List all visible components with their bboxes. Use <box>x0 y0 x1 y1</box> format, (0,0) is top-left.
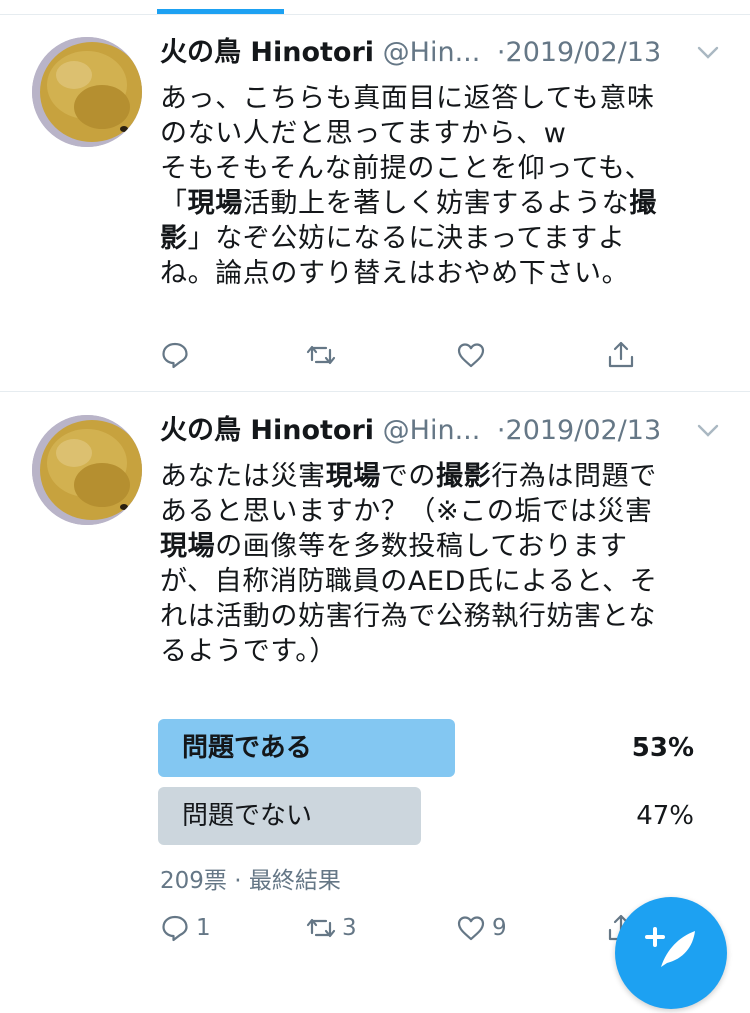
poll-option-percent: 47% <box>636 801 694 831</box>
heart-icon <box>457 916 485 941</box>
tweet[interactable]: 火の鳥 Hinotori @Hin... ·2019/02/13 あなたは災害現… <box>0 393 750 1009</box>
reply-button[interactable]: 1 <box>160 910 211 946</box>
separator-dot: · <box>496 415 506 446</box>
poll-status: 最終結果 <box>248 868 341 894</box>
tweet-text-line: 現場の画像等を多数投稿しております <box>160 529 720 564</box>
highlighted-keyword: 影 <box>160 223 188 254</box>
retweet-button[interactable] <box>306 337 342 373</box>
author-name[interactable]: 火の鳥 Hinotori <box>160 415 374 446</box>
text-run: の画像等を多数投稿しております <box>215 531 628 562</box>
poll-option-label: 問題である <box>182 733 312 763</box>
tweet[interactable]: 火の鳥 Hinotori @Hin... ·2019/02/13 あっ、こちらも… <box>0 15 750 392</box>
share-button[interactable] <box>606 337 636 373</box>
tweet-text-line: が、自称消防職員のAED氏によると、そ <box>160 564 720 599</box>
retweet-count: 3 <box>342 915 357 941</box>
tweet-header: 火の鳥 Hinotori @Hin... ·2019/02/13 <box>160 33 720 73</box>
reply-icon <box>162 915 188 942</box>
avatar[interactable] <box>32 37 142 147</box>
highlighted-keyword: 撮 <box>629 188 657 219</box>
poll-option-percent: 53% <box>631 733 694 763</box>
author-name[interactable]: 火の鳥 Hinotori <box>160 37 374 68</box>
separator-dot: · <box>234 868 249 894</box>
tweet-text: あっ、こちらも真面目に返答しても意味 のない人だと思ってますから、w そもそもそんな… <box>160 81 720 291</box>
author-handle[interactable]: @Hin... <box>383 37 481 68</box>
reply-count: 1 <box>196 915 211 941</box>
poll-meta: 209票 · 最終結果 <box>160 861 341 895</box>
like-button[interactable]: 9 <box>456 910 507 946</box>
compose-feather-icon <box>645 927 695 967</box>
highlighted-keyword: 撮影 <box>436 461 492 492</box>
chevron-down-icon[interactable] <box>696 423 720 439</box>
reply-button[interactable] <box>160 337 196 373</box>
author-handle[interactable]: @Hin... <box>383 415 481 446</box>
text-run: あると思いますか？（※この垢では災害 <box>160 496 653 527</box>
tweet-text-line: そもそもそんな前提のことを仰っても、 <box>160 151 720 186</box>
tweet-text-line: 「現場活動上を著しく妨害するような撮 <box>160 186 720 221</box>
retweet-icon <box>306 345 336 365</box>
text-run: での <box>380 461 437 492</box>
text-run: あっ、こちらも真面目に返答しても意味 <box>160 83 655 114</box>
text-run: 「 <box>160 188 188 219</box>
tweet-text-line: あなたは災害現場での撮影行為は問題で <box>160 459 720 494</box>
separator-dot: · <box>496 37 506 68</box>
like-button[interactable] <box>456 337 492 373</box>
top-tab-bar <box>0 0 750 15</box>
tweet-text-line: のない人だと思ってますから、w <box>160 116 720 151</box>
tweet-text-line: るようです。） <box>160 634 720 669</box>
tweet-text-line: ね。論点のすり替えはおやめ下さい。 <box>160 256 720 291</box>
like-count: 9 <box>492 915 507 941</box>
highlighted-keyword: 現場 <box>325 461 381 492</box>
text-run: が、自称消防職員のAED氏によると、そ <box>160 566 658 597</box>
tweet-text-line: あると思いますか？（※この垢では災害 <box>160 494 720 529</box>
tweet-text-line: 影」なぞ公妨になるに決まってますよ <box>160 221 720 256</box>
text-run: 行為は問題で <box>491 461 657 492</box>
active-tab-indicator <box>157 9 284 14</box>
chevron-down-icon[interactable] <box>696 45 720 61</box>
text-run: 活動上を著しく妨害するような <box>242 188 630 219</box>
text-run: れは活動の妨害行為で公務執行妨害とな <box>160 601 656 632</box>
text-run: のない人だと思ってますから、w <box>160 118 567 149</box>
tweet-actions: 1 3 9 <box>160 910 680 946</box>
text-run: 」なぞ公妨になるに決まってますよ <box>187 223 626 254</box>
tweet-date[interactable]: 2019/02/13 <box>506 415 662 446</box>
avatar[interactable] <box>32 415 142 525</box>
text-run: そもそもそんな前提のことを仰っても、 <box>160 153 653 184</box>
tweet-actions <box>160 337 680 373</box>
highlighted-keyword: 現場 <box>187 188 243 219</box>
tweet-text: あなたは災害現場での撮影行為は問題で あると思いますか？（※この垢では災害 現場の画… <box>160 459 720 669</box>
heart-icon <box>457 343 485 368</box>
retweet-button[interactable]: 3 <box>306 910 357 946</box>
highlighted-keyword: 現場 <box>160 531 216 562</box>
reply-icon <box>162 342 188 369</box>
poll-votes: 209票 <box>160 868 227 894</box>
retweet-icon <box>306 918 336 938</box>
compose-tweet-button[interactable] <box>615 897 727 1009</box>
tweet-header: 火の鳥 Hinotori @Hin... ·2019/02/13 <box>160 411 720 451</box>
tweet-date[interactable]: 2019/02/13 <box>506 37 662 68</box>
tweet-text-line: あっ、こちらも真面目に返答しても意味 <box>160 81 720 116</box>
tweet-text-line: れは活動の妨害行為で公務執行妨害とな <box>160 599 720 634</box>
share-icon <box>608 341 634 368</box>
text-run: あなたは災害 <box>160 461 326 492</box>
text-run: るようです。） <box>160 636 337 667</box>
text-run: ね。論点のすり替えはおやめ下さい。 <box>160 258 630 289</box>
poll-option-label: 問題でない <box>182 801 313 831</box>
